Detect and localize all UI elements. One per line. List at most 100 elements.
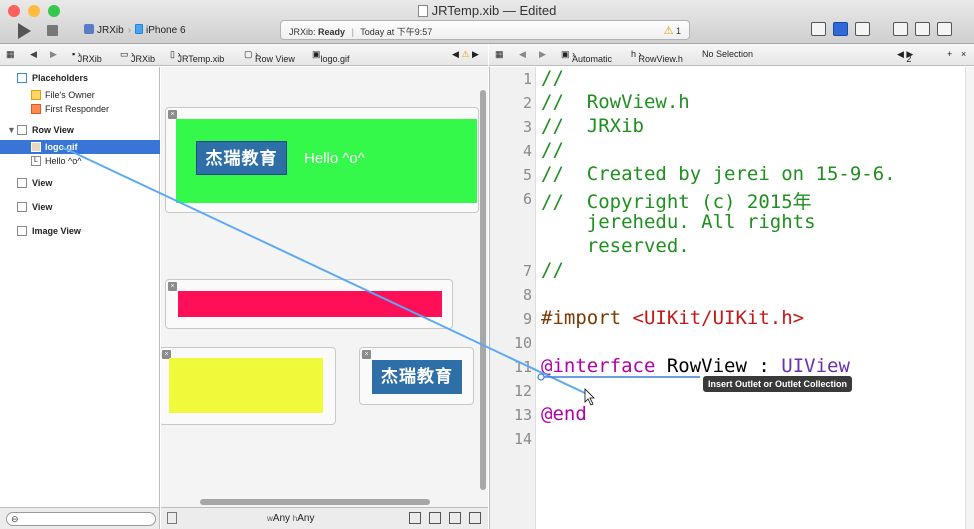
back-arrow-icon[interactable]: ◀ (30, 49, 37, 60)
disclosure-triangle-icon[interactable]: ▼ (7, 123, 16, 137)
pink-view-frame[interactable]: × (165, 279, 453, 329)
jump-item-group[interactable]: ▭ JRXib › (120, 49, 155, 64)
line-number-gutter: 1 2 3 4 5 6 7 8 9 10 11 12 13 14 (490, 67, 536, 529)
back-arrow-icon[interactable]: ◀ (519, 49, 526, 60)
stop-button[interactable] (47, 25, 58, 36)
hide-outline-icon[interactable] (167, 512, 177, 524)
line-number: 14 (513, 430, 532, 448)
outline-placeholders[interactable]: Placeholders (0, 71, 160, 85)
counterpart-nav[interactable]: ◀ 2 ▶ (897, 49, 913, 64)
scheme-selector[interactable]: JRXib › iPhone 6 (84, 24, 186, 36)
cube-icon (31, 104, 41, 114)
align-icon[interactable] (409, 512, 421, 524)
outline-logo-gif[interactable]: logo.gif (0, 140, 160, 154)
outline-hello-label[interactable]: L Hello ^o^ (0, 154, 160, 168)
window-title: JRTemp.xib — Edited (0, 3, 974, 18)
navigator-toggle-icon[interactable] (893, 22, 908, 36)
hello-label[interactable]: Hello ^o^ (304, 150, 365, 167)
jump-item-automatic[interactable]: ▣ Automatic › (561, 49, 612, 64)
outline-filter-input[interactable]: ⊖ (6, 512, 156, 526)
cube-icon (17, 73, 27, 83)
canvas-horizontal-scrollbar[interactable] (200, 499, 430, 505)
right-jump-bar: ▦ ◀ ▶ ▣ Automatic › h RowView.h › No Sel… (489, 44, 974, 66)
warning-icon: ⚠ (663, 25, 674, 37)
code-line-3: // JRXib (541, 115, 644, 137)
code-line-1: // (541, 67, 564, 89)
code-line-4: // (541, 139, 564, 161)
forward-arrow-icon[interactable]: ▶ (50, 49, 57, 60)
left-jump-bar: ▦ ◀ ▶ ▪ JRXib › ▭ JRXib › ▯ JRTemp.xib ›… (0, 44, 488, 66)
jump-item-view[interactable]: ▢ Row View › (244, 49, 295, 64)
outline-view-2[interactable]: View (0, 200, 160, 214)
outline-row-view[interactable]: ▼ Row View (0, 123, 160, 137)
cube-icon (31, 90, 41, 100)
jump-item-project[interactable]: ▪ JRXib › (72, 49, 102, 64)
utilities-toggle-icon[interactable] (937, 22, 952, 36)
filter-icon: ⊖ (11, 514, 19, 524)
line-number: 1 (522, 70, 532, 88)
code-line-6: // Copyright (c) 2015年 (541, 191, 812, 213)
jump-item-selection[interactable]: No Selection (702, 49, 753, 59)
forward-arrow-icon[interactable]: ▶ (539, 49, 546, 60)
jump-item-header-file[interactable]: h RowView.h › (631, 49, 683, 64)
version-editor-icon[interactable] (855, 22, 870, 36)
toolbar: JRTemp.xib — Edited JRXib › iPhone 6 JRXib… (0, 0, 974, 44)
line-number: 3 (522, 118, 532, 136)
resizing-icon[interactable] (469, 512, 481, 524)
document-outline: Placeholders File's Owner First Responde… (0, 67, 160, 507)
image-icon (31, 142, 41, 152)
line-number: 7 (522, 262, 532, 280)
issue-nav-icon[interactable]: ◀ ⚠ ▶ (452, 49, 479, 60)
canvas-vertical-scrollbar[interactable] (480, 90, 486, 490)
logo-image-selected[interactable]: 杰瑞教育 (196, 141, 287, 175)
canvas-bottom-bar: wAny hAny (161, 507, 488, 529)
yellow-view (169, 358, 323, 413)
line-number: 12 (513, 382, 532, 400)
jump-item-image[interactable]: ▣ logo.gif (312, 49, 350, 64)
label-icon: L (31, 156, 41, 166)
code-line-6-wrap-2: reserved. (541, 235, 690, 257)
view-icon (17, 178, 27, 188)
code-line-9: #import <UIKit/UIKit.h> (541, 307, 805, 329)
image-view-frame[interactable]: × 杰瑞教育 (359, 347, 474, 405)
code-line-7: // (541, 259, 564, 281)
grid-icon[interactable]: ▦ (6, 49, 15, 60)
jump-item-file[interactable]: ▯ JRTemp.xib › (170, 49, 224, 64)
debug-area-toggle-icon[interactable] (915, 22, 930, 36)
pink-view (178, 291, 442, 317)
close-editor-icon[interactable]: × (961, 49, 966, 59)
close-icon[interactable]: × (168, 282, 177, 291)
outline-view-1[interactable]: View (0, 176, 160, 190)
close-icon[interactable]: × (168, 110, 177, 119)
code-line-2: // RowView.h (541, 91, 690, 113)
line-number: 8 (522, 286, 532, 304)
add-editor-icon[interactable]: + (947, 49, 952, 59)
code-line-11: @interface RowView : UIView (541, 355, 850, 377)
resolve-issues-icon[interactable] (449, 512, 461, 524)
outline-files-owner[interactable]: File's Owner (0, 88, 160, 102)
close-icon[interactable]: × (362, 350, 371, 359)
code-line-5: // Created by jerei on 15-9-6. (541, 163, 896, 185)
view-icon (17, 202, 27, 212)
outline-first-responder[interactable]: First Responder (0, 102, 160, 116)
row-view-frame[interactable]: × 杰瑞教育 Hello ^o^ (165, 107, 479, 213)
code-line-13: @end (541, 403, 587, 425)
ib-canvas[interactable]: × 杰瑞教育 Hello ^o^ × × × 杰瑞教育 (161, 67, 488, 507)
line-number: 6 (522, 190, 532, 208)
line-number: 9 (522, 310, 532, 328)
warning-badge[interactable]: ⚠ 1 (664, 24, 681, 37)
run-button[interactable] (18, 23, 31, 39)
standard-editor-icon[interactable] (811, 22, 826, 36)
outline-image-view[interactable]: Image View (0, 224, 160, 238)
image-view-logo: 杰瑞教育 (372, 360, 462, 394)
size-class-control[interactable]: wAny hAny (267, 513, 314, 524)
line-number: 4 (522, 142, 532, 160)
assistant-editor-icon[interactable] (833, 22, 848, 36)
editor-scrollbar[interactable] (965, 67, 974, 529)
line-number: 10 (513, 334, 532, 352)
xcode-window: JRTemp.xib — Edited JRXib › iPhone 6 JRXib… (0, 0, 974, 529)
activity-viewer: JRXib: Ready | Today at 下午9:57 ⚠ 1 (280, 20, 690, 40)
grid-icon[interactable]: ▦ (495, 49, 504, 60)
pin-icon[interactable] (429, 512, 441, 524)
yellow-view-frame[interactable]: × (161, 347, 336, 425)
